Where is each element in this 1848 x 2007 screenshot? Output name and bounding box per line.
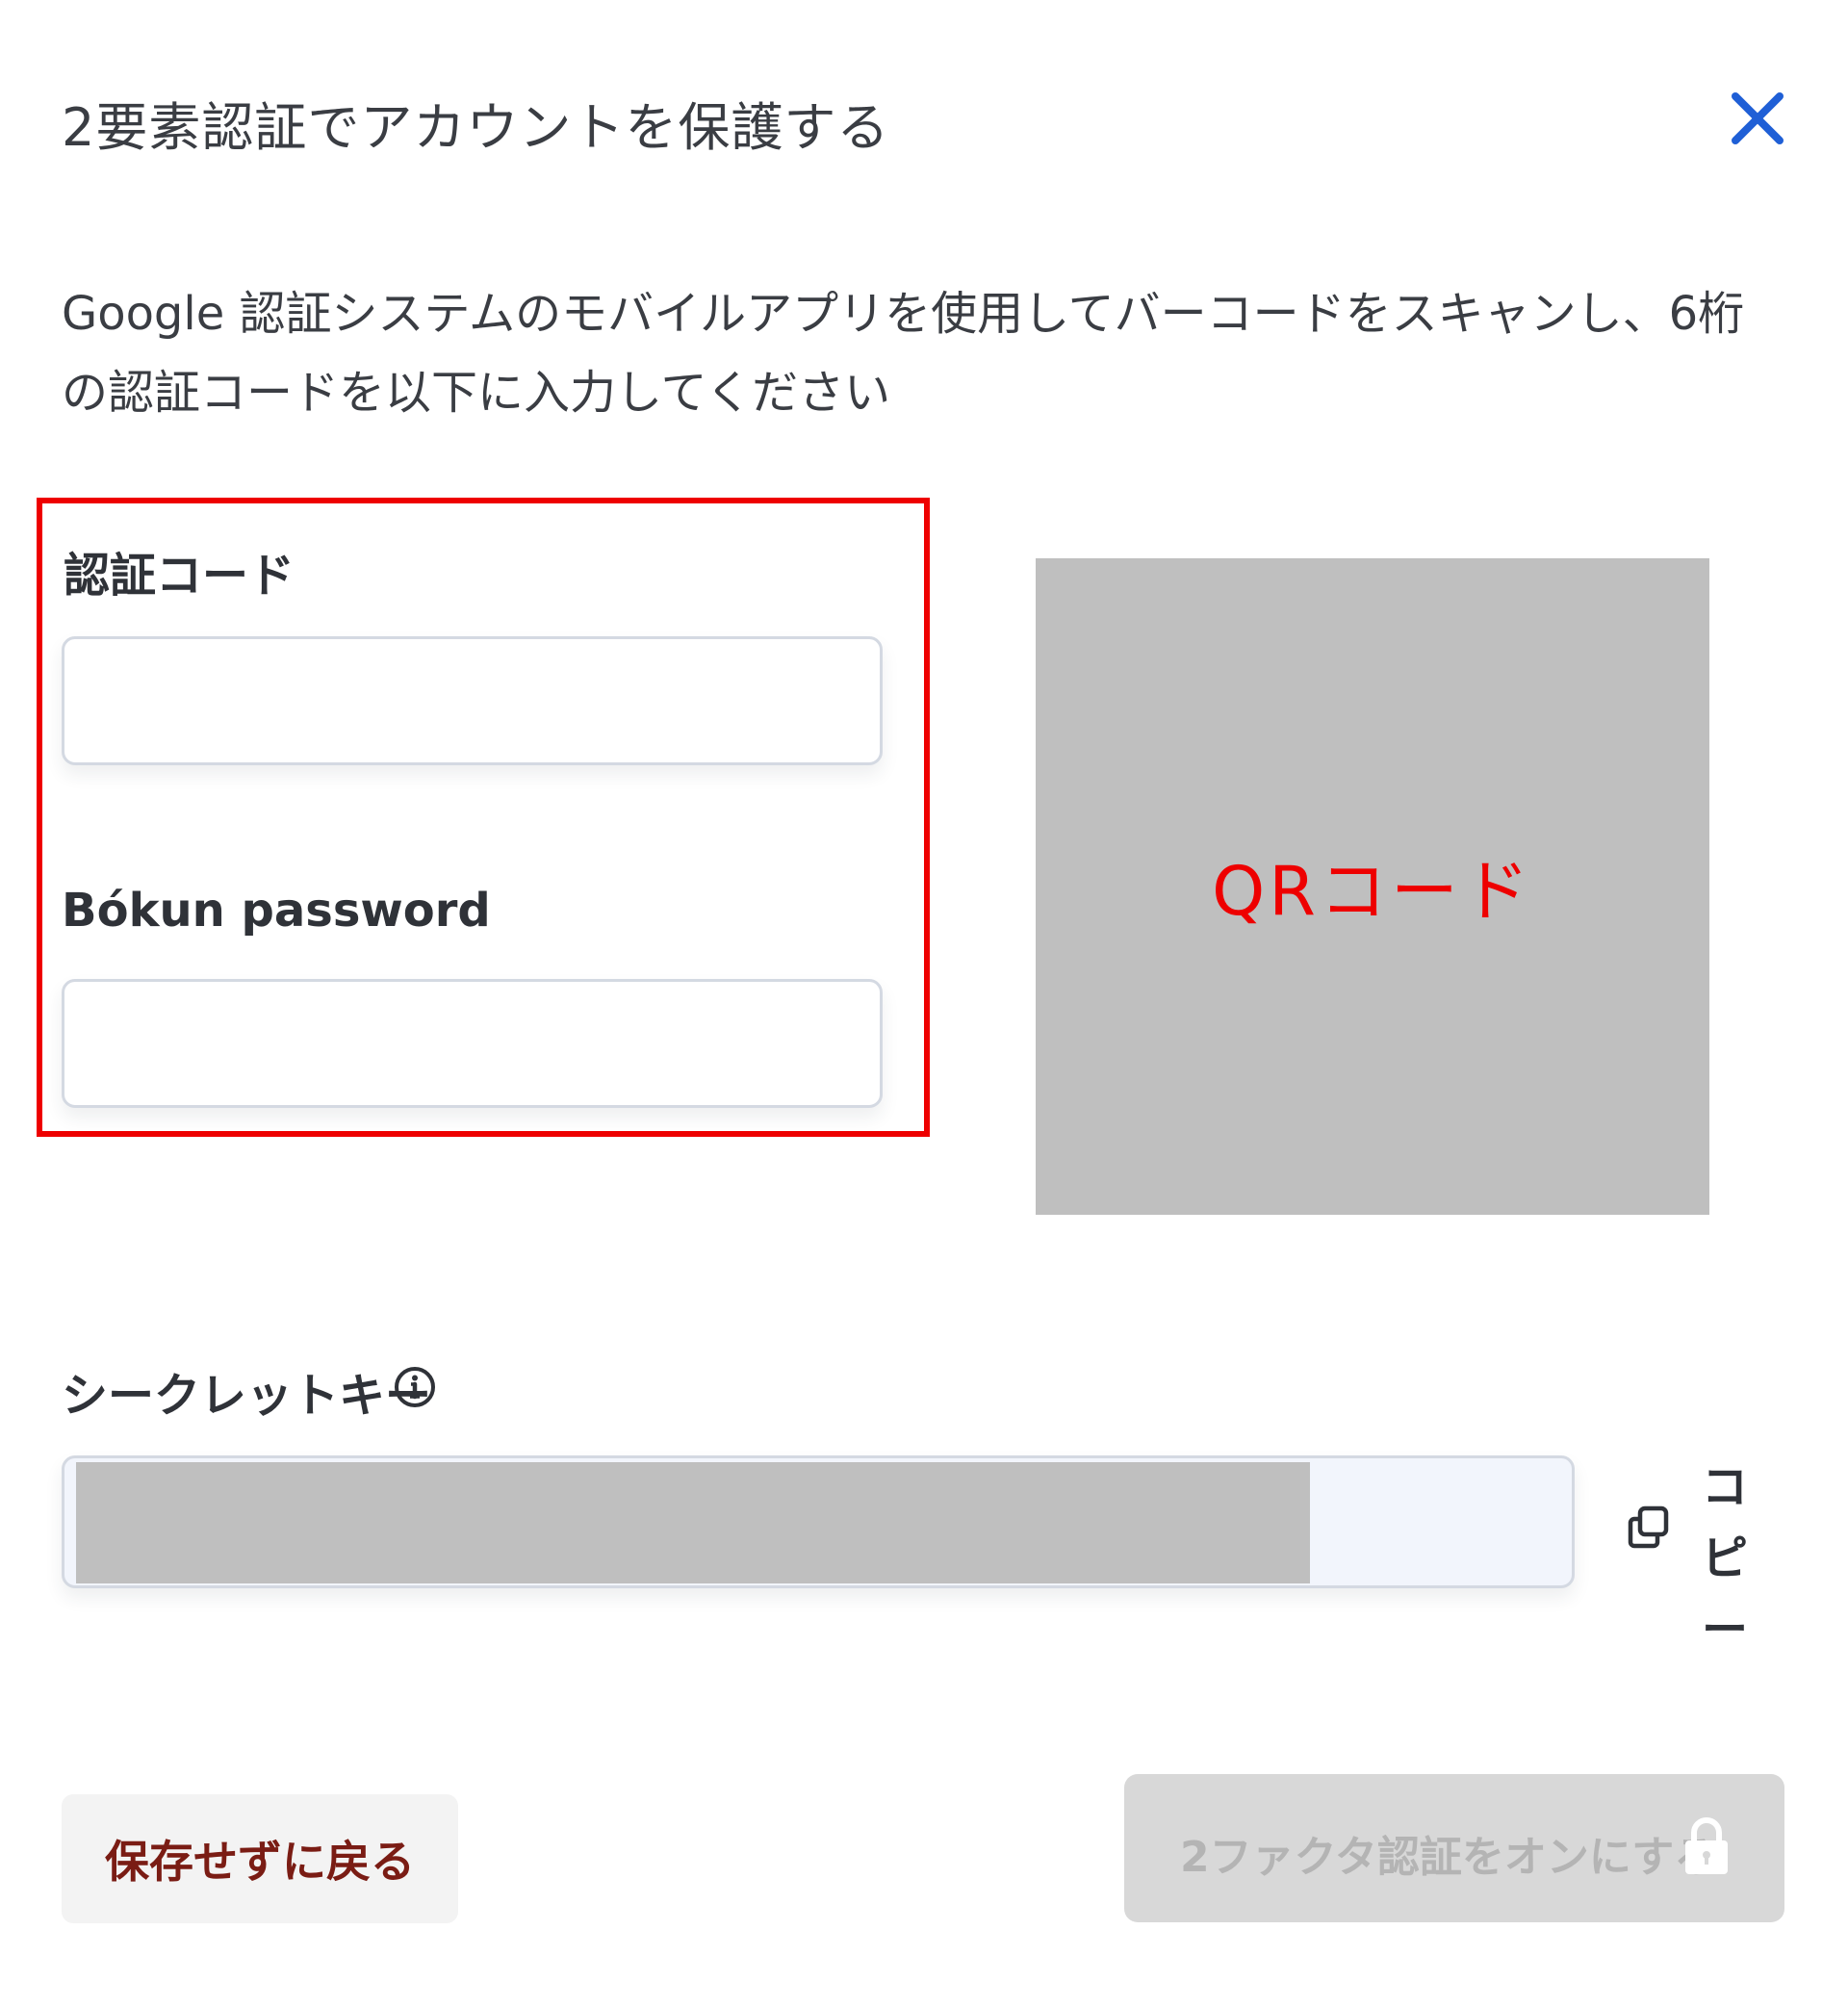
- enable-2fa-label: 2ファクタ認証をオンにする: [1180, 1833, 1717, 1882]
- secret-key-field[interactable]: [62, 1455, 1575, 1588]
- qr-code-placeholder-text: QRコード: [1212, 852, 1533, 931]
- instructions-text: Google 認証システムのモバイルアプリを使用してバーコードをスキャンし、6桁…: [62, 287, 1745, 420]
- secret-key-redacted-value: [76, 1462, 1310, 1583]
- copy-label: コピー: [1702, 1460, 1749, 1657]
- close-icon: [1732, 92, 1784, 144]
- enable-2fa-button[interactable]: 2ファクタ認証をオンにする: [1124, 1774, 1784, 1922]
- lock-icon: [1685, 1817, 1728, 1874]
- password-input[interactable]: [62, 979, 883, 1108]
- password-label: Bókun password: [62, 884, 491, 938]
- copy-icon: [1628, 1505, 1669, 1549]
- close-button[interactable]: [1728, 89, 1787, 148]
- secret-key-label: シークレットキー: [62, 1369, 432, 1423]
- info-icon[interactable]: [393, 1365, 437, 1409]
- dialog-title: 2要素認証でアカウントを保護する: [62, 97, 890, 158]
- verification-code-input[interactable]: [62, 636, 883, 765]
- verification-code-label: 認証コード: [64, 549, 295, 603]
- qr-code-image: QRコード: [1036, 558, 1709, 1215]
- copy-button[interactable]: コピー: [1617, 1452, 1790, 1657]
- back-without-saving-button[interactable]: 保存せずに戻る: [62, 1794, 458, 1923]
